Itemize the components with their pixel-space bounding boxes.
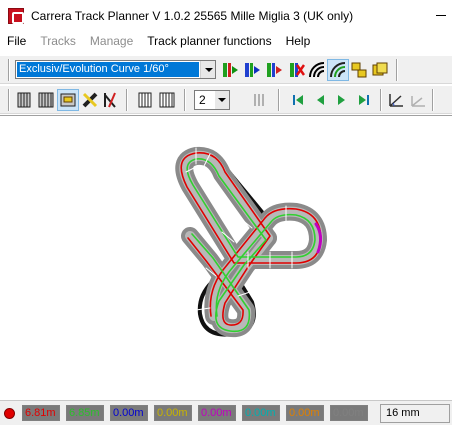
add-track-green-icon xyxy=(223,63,238,77)
first-icon xyxy=(293,95,303,105)
track-canvas[interactable] xyxy=(0,115,452,399)
app-icon xyxy=(8,7,24,24)
double-straight-button[interactable] xyxy=(35,89,57,111)
lane-length-value: 6.81m xyxy=(25,407,56,419)
chevron-down-icon[interactable] xyxy=(215,91,229,109)
previous-icon xyxy=(317,95,324,105)
window-title: Carrera Track Planner V 1.0.2 25565 Mill… xyxy=(31,8,354,23)
menu-bar: File Tracks Manage Track planner functio… xyxy=(0,31,452,51)
toolbar-bottom: 2 xyxy=(0,85,452,114)
move-track-button[interactable] xyxy=(369,59,391,81)
double-barrier-icon xyxy=(159,92,175,108)
crossing-button[interactable] xyxy=(79,89,101,111)
measure-icon xyxy=(389,94,403,107)
lane-length-value: 0.00m xyxy=(157,407,188,419)
barrier-icon xyxy=(138,92,152,108)
crossing-icon xyxy=(82,92,98,108)
measure-disabled-button[interactable] xyxy=(407,89,429,111)
last-icon xyxy=(359,95,369,105)
lap-counter-button[interactable] xyxy=(57,89,79,111)
copy-track-button[interactable] xyxy=(348,59,370,81)
menu-track-planner-functions[interactable]: Track planner functions xyxy=(140,31,278,51)
lane-length-cyan: 0.00m xyxy=(242,405,280,421)
add-track-red-button[interactable] xyxy=(263,59,285,81)
first-button[interactable] xyxy=(287,89,309,111)
scale-readout: 16 mm xyxy=(380,404,450,423)
lane-length-value: 0.00m xyxy=(113,407,144,419)
toolbar-separator xyxy=(8,89,10,111)
menu-file[interactable]: File xyxy=(0,31,33,51)
lane-length-yellow: 0.00m xyxy=(154,405,192,421)
lane-length-green: 6.85m xyxy=(66,405,104,421)
lane-count-value: 2 xyxy=(199,93,206,107)
lap-counter-icon xyxy=(60,93,76,107)
toolbar-separator xyxy=(396,59,398,81)
remove-track-icon xyxy=(290,63,305,77)
remove-track-button[interactable] xyxy=(285,59,307,81)
measure-disabled-icon xyxy=(411,96,425,107)
disabled-tool-button[interactable] xyxy=(248,89,270,111)
last-button[interactable] xyxy=(353,89,375,111)
toolbar-top: Exclusiv/Evolution Curve 1/60° xyxy=(0,55,452,84)
double-straight-icon xyxy=(38,92,54,108)
lane-change-button[interactable] xyxy=(99,89,121,111)
lane-length-value: 0.00m xyxy=(245,407,276,419)
lane-length-value: 0.00m xyxy=(201,407,232,419)
curve-lanes-icon xyxy=(309,62,325,78)
lane-length-orange: 0.00m xyxy=(286,405,324,421)
lane-length-red: 6.81m xyxy=(22,405,60,421)
curve-lanes-pressed-button[interactable] xyxy=(327,59,349,81)
lane-length-gray: 0.00m xyxy=(330,405,368,421)
track-layout[interactable] xyxy=(0,116,452,400)
track-type-select[interactable]: Exclusiv/Evolution Curve 1/60° xyxy=(15,60,216,79)
barrier-button[interactable] xyxy=(134,89,156,111)
straight-track-button[interactable] xyxy=(13,89,35,111)
move-track-icon xyxy=(372,62,388,76)
record-indicator-icon xyxy=(4,408,15,419)
add-track-green-button[interactable] xyxy=(219,59,241,81)
lane-length-blue: 0.00m xyxy=(110,405,148,421)
menu-tracks[interactable]: Tracks xyxy=(33,31,83,51)
curve-lanes-button[interactable] xyxy=(306,59,328,81)
add-track-red-icon xyxy=(267,63,282,77)
toolbar-separator xyxy=(8,59,10,81)
toolbar-separator xyxy=(380,89,382,111)
previous-button[interactable] xyxy=(309,89,331,111)
menu-manage[interactable]: Manage xyxy=(83,31,140,51)
curve-lanes-pressed-icon xyxy=(330,62,346,78)
lane-length-value: 0.00m xyxy=(289,407,320,419)
minimize-button[interactable] xyxy=(434,8,448,22)
disabled-tool-icon xyxy=(254,94,264,106)
measure-button[interactable] xyxy=(385,89,407,111)
toolbar-separator xyxy=(184,89,186,111)
copy-track-icon xyxy=(351,62,367,78)
lane-length-value: 0.00m xyxy=(333,407,364,419)
lane-length-value: 6.85m xyxy=(69,407,100,419)
toolbar-separator xyxy=(432,89,434,111)
lane-length-magenta: 0.00m xyxy=(198,405,236,421)
status-bar: 6.81m 6.85m 0.00m 0.00m 0.00m 0.00m 0.00… xyxy=(0,400,452,425)
lane-change-icon xyxy=(104,92,116,108)
add-track-blue-button[interactable] xyxy=(241,59,263,81)
add-track-blue-icon xyxy=(245,63,260,77)
toolbar-separator xyxy=(278,89,280,111)
lane-count-select[interactable]: 2 xyxy=(194,90,230,110)
toolbar-separator xyxy=(126,89,128,111)
menu-help[interactable]: Help xyxy=(279,31,318,51)
next-button[interactable] xyxy=(331,89,353,111)
title-bar: Carrera Track Planner V 1.0.2 25565 Mill… xyxy=(0,0,452,31)
straight-track-icon xyxy=(17,92,31,108)
double-barrier-button[interactable] xyxy=(156,89,178,111)
next-icon xyxy=(338,95,345,105)
track-type-selected: Exclusiv/Evolution Curve 1/60° xyxy=(17,62,199,77)
chevron-down-icon[interactable] xyxy=(200,61,215,78)
